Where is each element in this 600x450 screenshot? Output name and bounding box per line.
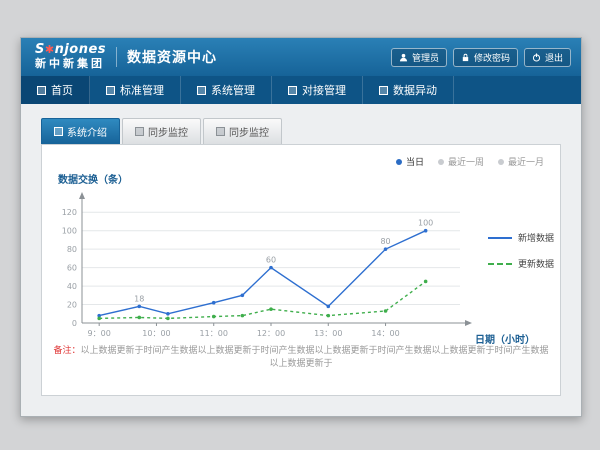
svg-text:40: 40 — [67, 282, 77, 291]
legend-item-updated-data[interactable]: 更新数据 — [488, 257, 554, 270]
nav-item-label: 首页 — [51, 82, 73, 98]
y-axis-title: 数据交换（条） — [58, 171, 128, 186]
tab-system-intro[interactable]: 系统介绍 — [41, 118, 120, 144]
svg-text:14：00: 14：00 — [371, 329, 399, 338]
app-window: S✱njones 新中新集团 数据资源中心 管理员 修改密码 — [20, 37, 582, 417]
filter-label: 最近一周 — [448, 155, 484, 168]
line-chart: 0 20 40 60 80 100 120 9：00 10：00 11：00 12：00 13：00 1… — [50, 189, 480, 349]
system-management-icon — [197, 86, 206, 95]
nav-item-label: 标准管理 — [120, 82, 164, 98]
logo-company-name: 新中新集团 — [35, 58, 106, 71]
svg-text:0: 0 — [72, 319, 77, 328]
nav-item-system-management[interactable]: 系统管理 — [181, 76, 272, 104]
svg-text:80: 80 — [67, 245, 77, 254]
user-icon — [399, 53, 408, 62]
tab-sync-monitor-2[interactable]: 同步监控 — [203, 118, 282, 144]
change-password-label: 修改密码 — [474, 51, 510, 64]
filter-last-month[interactable]: 最近一月 — [498, 155, 544, 168]
svg-text:10：00: 10：00 — [142, 329, 170, 338]
home-icon — [37, 86, 46, 95]
footnote: 备注：以上数据更新于时间产生数据以上数据更新于时间产生数据以上数据更新于时间产生… — [52, 343, 550, 369]
svg-text:18: 18 — [134, 294, 144, 303]
legend-line-sample — [488, 263, 512, 265]
logo-wordmark: S✱njones — [35, 43, 106, 58]
logo-text: S — [35, 42, 45, 57]
filter-today[interactable]: 当日 — [396, 155, 424, 168]
change-password-button[interactable]: 修改密码 — [453, 48, 518, 67]
tab-icon — [135, 127, 144, 136]
svg-text:13：00: 13：00 — [314, 329, 342, 338]
svg-text:12：00: 12：00 — [257, 329, 285, 338]
admin-user-label: 管理员 — [412, 51, 439, 64]
data-changes-icon — [379, 86, 388, 95]
tab-icon — [216, 127, 225, 136]
nav-item-data-changes[interactable]: 数据异动 — [363, 76, 454, 104]
app-title: 数据资源中心 — [127, 47, 217, 67]
logo-text2: njones — [55, 42, 106, 57]
chart-legend: 新增数据 更新数据 — [488, 231, 554, 270]
main-nav: 首页 标准管理 系统管理 对接管理 数据异动 — [21, 76, 581, 104]
legend-label: 新增数据 — [518, 231, 554, 244]
legend-item-new-data[interactable]: 新增数据 — [488, 231, 554, 244]
svg-text:60: 60 — [67, 264, 77, 273]
header-actions: 管理员 修改密码 退出 — [391, 48, 571, 67]
tab-bar: 系统介绍 同步监控 同步监控 — [41, 118, 581, 144]
logout-button[interactable]: 退出 — [524, 48, 571, 67]
logout-label: 退出 — [545, 51, 563, 64]
legend-line-sample — [488, 237, 512, 239]
svg-text:120: 120 — [62, 208, 77, 217]
legend-label: 更新数据 — [518, 257, 554, 270]
nav-item-standard-management[interactable]: 标准管理 — [90, 76, 181, 104]
tab-icon — [54, 127, 63, 136]
logo-star-icon: ✱ — [45, 43, 55, 56]
power-icon — [532, 53, 541, 62]
svg-text:60: 60 — [266, 256, 276, 265]
content-area: 系统介绍 同步监控 同步监控 当日 最近一周 — [21, 104, 581, 416]
filter-label: 当日 — [406, 155, 424, 168]
app-header: S✱njones 新中新集团 数据资源中心 管理员 修改密码 — [21, 38, 581, 76]
filter-dot-icon — [438, 159, 444, 165]
standard-management-icon — [106, 86, 115, 95]
nav-item-label: 对接管理 — [302, 82, 346, 98]
filter-dot-icon — [498, 159, 504, 165]
svg-text:100: 100 — [418, 219, 433, 228]
nav-item-home[interactable]: 首页 — [21, 76, 90, 104]
filter-label: 最近一月 — [508, 155, 544, 168]
footnote-text: 以上数据更新于时间产生数据以上数据更新于时间产生数据以上数据更新于时间产生数据以… — [81, 346, 549, 369]
filter-dot-icon — [396, 159, 402, 165]
header-divider — [116, 47, 117, 67]
tab-label: 同步监控 — [229, 124, 269, 139]
connection-management-icon — [288, 86, 297, 95]
svg-text:80: 80 — [380, 237, 390, 246]
tab-label: 系统介绍 — [67, 124, 107, 139]
filter-last-week[interactable]: 最近一周 — [438, 155, 484, 168]
tab-label: 同步监控 — [148, 124, 188, 139]
nav-item-connection-management[interactable]: 对接管理 — [272, 76, 363, 104]
tab-sync-monitor-1[interactable]: 同步监控 — [122, 118, 201, 144]
footnote-prefix: 备注： — [53, 346, 80, 356]
company-logo: S✱njones 新中新集团 — [35, 43, 106, 71]
chart-panel: 当日 最近一周 最近一月 数据交换（条） 0 20 40 60 80 100 120 9：00… — [41, 144, 561, 396]
chart-period-filters: 当日 最近一周 最近一月 — [396, 155, 544, 168]
nav-item-label: 数据异动 — [393, 82, 437, 98]
svg-text:100: 100 — [62, 227, 77, 236]
lock-icon — [461, 53, 470, 62]
admin-user-button[interactable]: 管理员 — [391, 48, 447, 67]
svg-text:11：00: 11：00 — [200, 329, 228, 338]
svg-text:20: 20 — [67, 301, 77, 310]
svg-text:9：00: 9：00 — [88, 329, 111, 338]
nav-item-label: 系统管理 — [211, 82, 255, 98]
